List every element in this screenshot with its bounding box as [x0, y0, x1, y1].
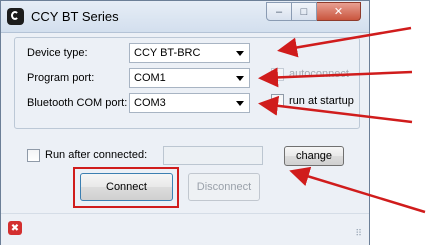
- run-after-connected-checkbox[interactable]: [27, 149, 40, 162]
- disconnect-button: Disconnect: [188, 173, 260, 201]
- resize-grip-icon[interactable]: ⠿: [355, 228, 362, 239]
- chevron-down-icon: [236, 76, 244, 81]
- app-window: CCY BT Series – □ ✕ Device type: CCY BT-…: [0, 0, 370, 245]
- status-bar: ✖ ⠿: [1, 213, 369, 245]
- program-port-label: Program port:: [27, 72, 95, 84]
- autoconnect-label: autoconnect: [289, 68, 349, 80]
- close-button[interactable]: ✕: [317, 2, 361, 21]
- run-at-startup-label: run at startup: [289, 95, 354, 107]
- device-type-value: CCY BT-BRC: [134, 47, 201, 59]
- autoconnect-checkbox[interactable]: [271, 68, 284, 81]
- maximize-button[interactable]: □: [292, 2, 317, 21]
- device-type-label: Device type:: [27, 47, 88, 59]
- program-port-select[interactable]: COM1: [129, 68, 250, 88]
- device-type-select[interactable]: CCY BT-BRC: [129, 43, 250, 63]
- run-after-connected-label: Run after connected:: [45, 149, 148, 161]
- title-bar[interactable]: CCY BT Series – □ ✕: [1, 1, 369, 33]
- bluetooth-port-select[interactable]: COM3: [129, 93, 250, 113]
- run-after-connected-path-field: [163, 146, 263, 165]
- window-title: CCY BT Series: [31, 9, 119, 24]
- change-button[interactable]: change: [284, 146, 344, 166]
- app-logo-icon: [7, 8, 24, 25]
- error-icon: ✖: [8, 221, 22, 235]
- run-at-startup-checkbox[interactable]: [271, 94, 284, 107]
- bluetooth-port-value: COM3: [134, 97, 166, 109]
- bluetooth-port-label: Bluetooth COM port:: [27, 97, 128, 109]
- minimize-button[interactable]: –: [266, 2, 292, 21]
- chevron-down-icon: [236, 101, 244, 106]
- caption-buttons: – □ ✕: [266, 2, 361, 22]
- chevron-down-icon: [236, 51, 244, 56]
- connect-highlight-box: [73, 167, 179, 208]
- program-port-value: COM1: [134, 72, 166, 84]
